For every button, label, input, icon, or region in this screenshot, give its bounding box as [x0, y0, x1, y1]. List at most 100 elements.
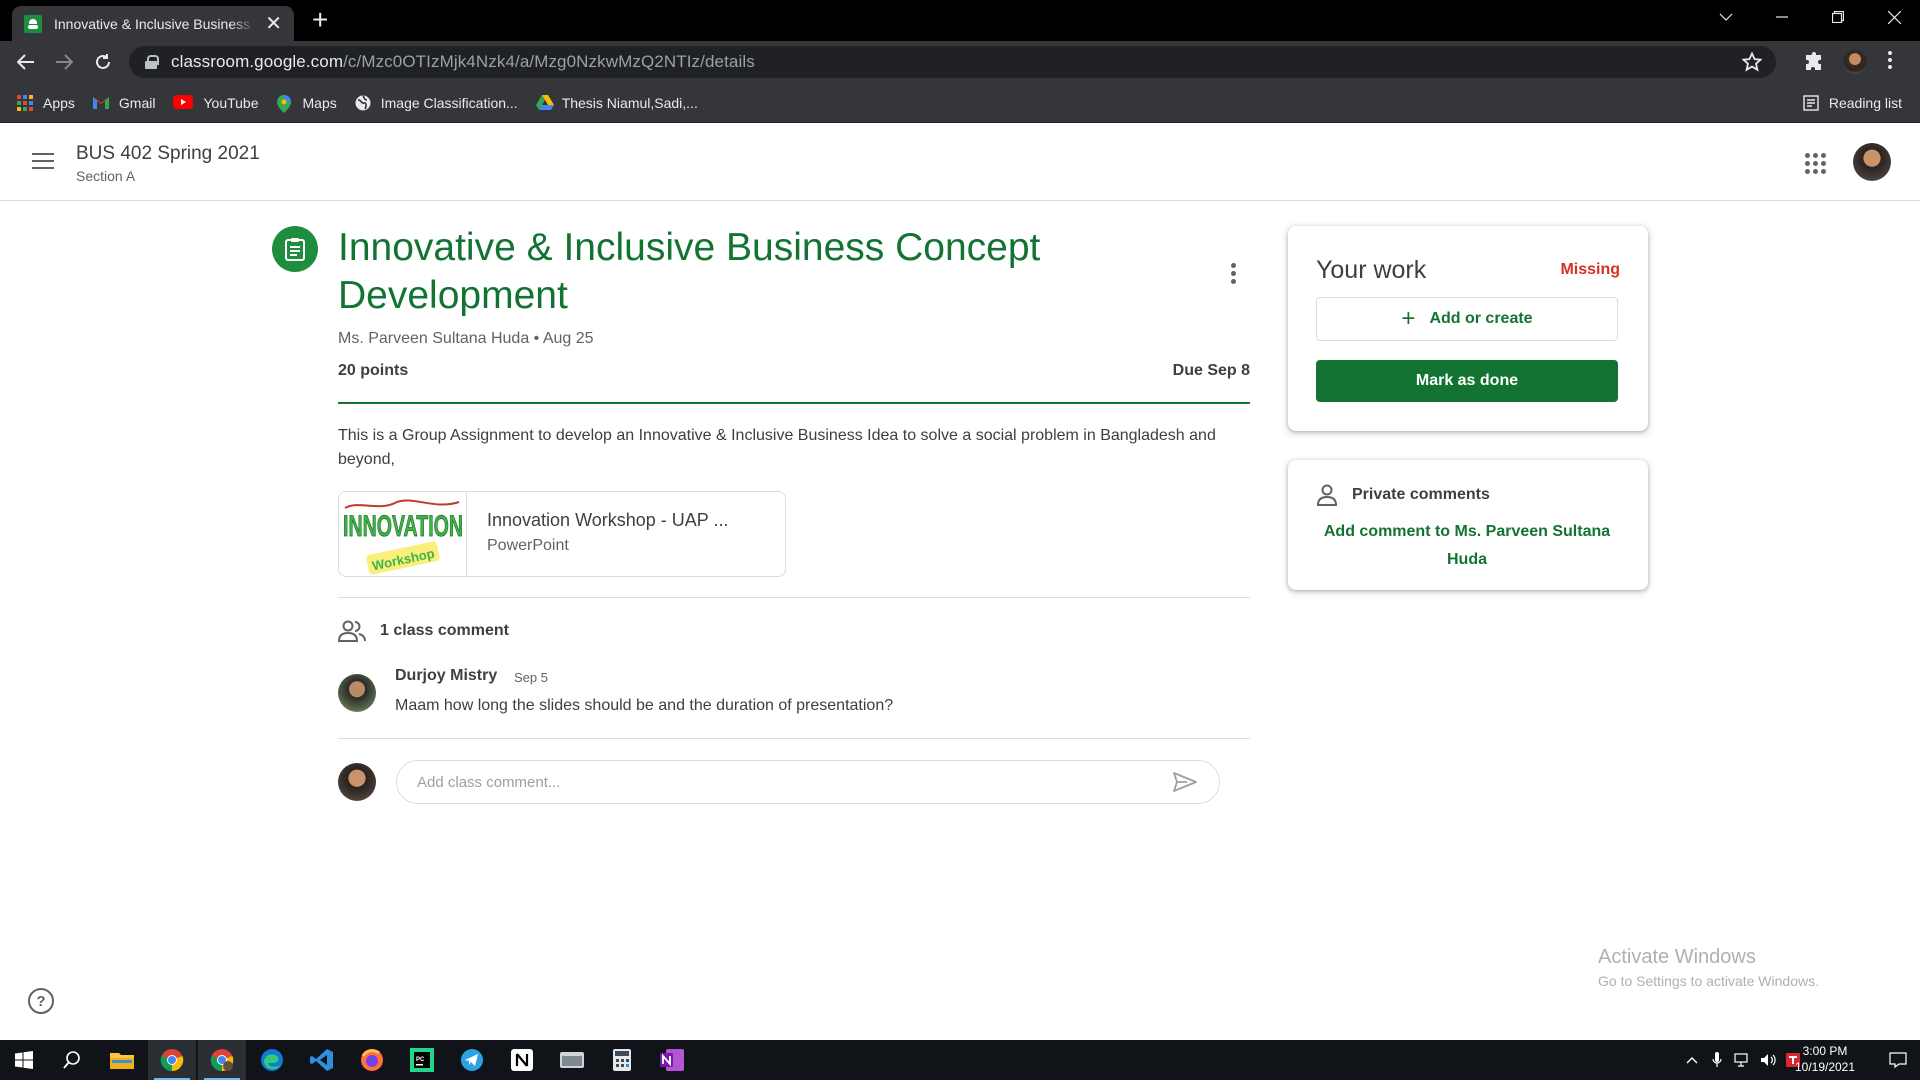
onenote-icon[interactable] — [648, 1040, 696, 1080]
comments-divider — [338, 597, 1250, 598]
main-menu-icon[interactable] — [32, 153, 54, 169]
plus-icon: + — [1401, 305, 1416, 332]
account-avatar[interactable] — [1853, 143, 1891, 181]
minimize-icon[interactable] — [1752, 0, 1812, 34]
google-apps-icon[interactable] — [1805, 153, 1826, 174]
my-avatar — [338, 763, 376, 801]
assignment-points: 20 points — [338, 362, 409, 379]
bookmark-label: Maps — [302, 94, 337, 111]
comment-text: Maam how long the slides should be and t… — [395, 697, 894, 714]
browser-tab-active[interactable]: Innovative & Inclusive Business Concept … — [12, 6, 294, 41]
comment-input-box[interactable] — [396, 760, 1220, 804]
bookmarks-bar: Apps Gmail YouTube Maps Image Classifica… — [0, 83, 1920, 123]
search-icon[interactable] — [48, 1040, 96, 1080]
private-comments-title: Private comments — [1352, 486, 1490, 503]
send-icon[interactable] — [1171, 768, 1199, 796]
microphone-icon — [1712, 1052, 1722, 1067]
browser-toolbar: classroom.google.com/c/Mzc0OTIzMjk4Nzk4/… — [0, 41, 1920, 83]
attachment-card[interactable]: INNOVATION Workshop Innovation Workshop … — [338, 491, 786, 577]
firefox-icon[interactable] — [348, 1040, 396, 1080]
new-tab-plus-icon[interactable]: + — [312, 5, 328, 35]
add-or-create-label: Add or create — [1429, 310, 1533, 327]
chrome-taskbar-icon[interactable] — [148, 1040, 196, 1080]
chrome-menu-icon[interactable] — [1888, 51, 1892, 69]
back-arrow-icon[interactable] — [13, 49, 39, 75]
your-work-card: Your work Missing + Add or create Mark a… — [1288, 226, 1648, 431]
svg-text:PC: PC — [416, 1057, 425, 1063]
attachment-title[interactable]: Innovation Workshop - UAP ... — [487, 510, 728, 531]
chrome-profile-avatar[interactable] — [1843, 50, 1867, 74]
network-icon — [1734, 1053, 1748, 1067]
gmail-icon — [92, 95, 109, 111]
pycharm-icon[interactable]: PC — [398, 1040, 446, 1080]
attachment-thumbnail: INNOVATION Workshop — [339, 492, 467, 576]
assignment-posted-date: Aug 25 — [542, 330, 594, 347]
add-or-create-button[interactable]: + Add or create — [1316, 297, 1618, 341]
restore-icon[interactable] — [1808, 0, 1868, 34]
bookmark-star-icon[interactable] — [1741, 51, 1763, 77]
comment-author: Durjoy Mistry — [395, 667, 498, 684]
help-icon[interactable]: ? — [28, 988, 54, 1014]
class-comments-header[interactable]: 1 class comment — [338, 620, 509, 642]
vscode-icon[interactable] — [298, 1040, 346, 1080]
extensions-puzzle-icon[interactable] — [1805, 52, 1825, 77]
file-explorer-icon[interactable] — [98, 1040, 146, 1080]
notifications-icon[interactable] — [1874, 1040, 1920, 1080]
bookmark-thesis[interactable]: Thesis Niamul,Sadi,... — [535, 94, 698, 111]
app-window-icon[interactable] — [548, 1040, 596, 1080]
chrome-profile-taskbar-icon[interactable] — [198, 1040, 246, 1080]
drive-icon — [535, 94, 554, 111]
bookmark-label: Apps — [43, 94, 75, 111]
classroom-header: BUS 402 Spring 2021 Section A — [0, 123, 1920, 201]
assignment-title: Innovative & Inclusive Business Concept … — [338, 226, 1041, 317]
comment-date: Sep 5 — [514, 670, 548, 685]
bookmark-gmail[interactable]: Gmail — [92, 95, 155, 111]
activation-line2: Go to Settings to activate Windows. — [1598, 973, 1819, 989]
windows-taskbar: PC 3:00 PM 10/19/2021 — [0, 1040, 1920, 1080]
private-comments-card: Private comments Add comment to Ms. Parv… — [1288, 460, 1648, 590]
more-options-icon[interactable] — [1231, 263, 1236, 284]
bookmark-apps[interactable]: Apps — [17, 94, 75, 111]
close-window-icon[interactable] — [1864, 0, 1920, 34]
class-title[interactable]: BUS 402 Spring 2021 — [76, 143, 260, 165]
youtube-icon — [173, 94, 194, 111]
windows-start-icon[interactable] — [0, 1040, 48, 1080]
tab-close-icon[interactable]: ✕ — [265, 14, 282, 34]
tray-expand-icon — [1686, 1057, 1698, 1064]
assignment-author: Ms. Parveen Sultana Huda — [338, 330, 530, 347]
forward-arrow-icon[interactable] — [51, 49, 77, 75]
bookmark-label: Thesis Niamul,Sadi,... — [561, 94, 698, 111]
assignment-clipboard-icon — [272, 226, 318, 272]
url-text: classroom.google.com/c/Mzc0OTIzMjk4Nzk4/… — [171, 52, 755, 71]
notion-icon[interactable] — [498, 1040, 546, 1080]
add-private-comment-link[interactable]: Add comment to Ms. Parveen Sultana Huda — [1316, 518, 1618, 574]
classroom-favicon-icon — [24, 14, 42, 33]
commenter-avatar — [338, 674, 376, 712]
globe-icon — [355, 94, 371, 111]
reading-list-button[interactable]: Reading list — [1803, 83, 1902, 123]
bookmark-maps[interactable]: Maps — [276, 94, 337, 113]
telegram-icon[interactable] — [448, 1040, 496, 1080]
people-icon — [338, 620, 366, 642]
reload-icon[interactable] — [90, 49, 116, 75]
comment-count: 1 class comment — [380, 622, 509, 639]
calculator-icon[interactable] — [598, 1040, 646, 1080]
bookmark-image-classification[interactable]: Image Classification... — [355, 95, 518, 111]
class-comment-input[interactable] — [417, 773, 1171, 791]
tab-title: Innovative & Inclusive Business Concept … — [54, 15, 255, 32]
tab-search-chevron-icon[interactable] — [1696, 0, 1756, 34]
your-work-title: Your work — [1316, 256, 1427, 284]
edge-icon[interactable] — [248, 1040, 296, 1080]
bookmark-youtube[interactable]: YouTube — [173, 94, 259, 111]
volume-icon — [1761, 1054, 1776, 1066]
bookmark-label: Image Classification... — [380, 94, 518, 111]
private-comments-header: Private comments — [1316, 484, 1490, 506]
title-divider — [338, 402, 1250, 404]
address-bar[interactable]: classroom.google.com/c/Mzc0OTIzMjk4Nzk4/… — [129, 46, 1776, 78]
lock-icon[interactable] — [145, 55, 159, 69]
taskbar-clock[interactable]: 3:00 PM 10/19/2021 — [1790, 1043, 1860, 1075]
reading-list-label: Reading list — [1828, 95, 1902, 111]
mark-as-done-button[interactable]: Mark as done — [1316, 360, 1618, 402]
browser-tabstrip: Innovative & Inclusive Business Concept … — [0, 0, 1920, 41]
comment-input-divider — [338, 738, 1250, 739]
